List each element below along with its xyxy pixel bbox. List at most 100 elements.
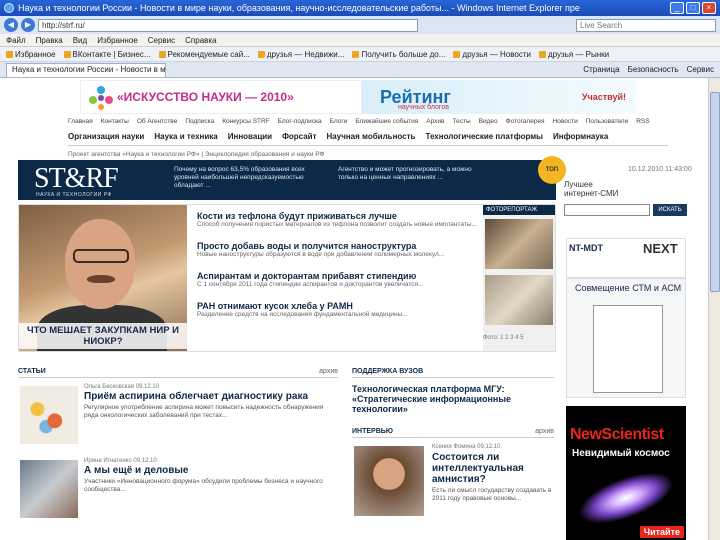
favorite-link[interactable]: Получить больше до... [352, 50, 445, 59]
topnav-item[interactable]: Подписка [185, 118, 214, 130]
photo-thumb[interactable] [485, 219, 553, 269]
page-icon [539, 50, 547, 58]
site-logo[interactable]: ST&RF [34, 163, 119, 195]
topnav-item[interactable]: Ближайшие события [355, 118, 418, 130]
search-input[interactable] [576, 18, 716, 32]
site-header: ST&RF НАУКА И ТЕХНОЛОГИИ РФ Почему на во… [18, 156, 566, 200]
main-nav: Организация науки Наука и техника Иннова… [68, 132, 668, 146]
participate-link[interactable]: Участвуй! [582, 92, 626, 102]
mainnav-item[interactable]: Инновации [228, 132, 272, 145]
maximize-button[interactable]: □ [686, 2, 700, 14]
menu-file[interactable]: Файл [6, 36, 26, 45]
topnav-item[interactable]: Контакты [101, 118, 129, 130]
topnav-item[interactable]: Новости [553, 118, 578, 130]
menu-favorites[interactable]: Избранное [97, 36, 138, 45]
photo-pager[interactable]: Фото: 1 2 3 4 5 [483, 335, 523, 341]
feature-item[interactable]: Аспирантам и докторантам прибавят стипен… [197, 271, 481, 297]
feature-item[interactable]: Просто добавь воды и получится нанострук… [197, 241, 481, 267]
topnav-item[interactable]: Фотогалерея [506, 118, 545, 130]
article-item[interactable]: Ольга Бесковская 09.12.10 Приём аспирина… [18, 384, 338, 450]
feature-item[interactable]: РАН отнимают кусок хлеба у РАМН Разделен… [197, 301, 481, 327]
mainnav-item[interactable]: Научная мобильность [327, 132, 416, 145]
newscientist-ad[interactable]: NewScientist Невидимый космос Читайте [566, 406, 686, 540]
favorites-bar: Избранное ВКонтакте | Бизнес... Рекоменд… [0, 47, 720, 62]
topnav-item[interactable]: Видео [479, 118, 498, 130]
topnav-item[interactable]: Об Агентстве [137, 118, 177, 130]
rating-banner[interactable]: Рейтинг научных блогов Участвуй! [362, 80, 636, 114]
interview-item[interactable]: Ксения Фомина 09.12.10 Состоится ли инте… [352, 444, 554, 524]
minimize-button[interactable]: _ [670, 2, 684, 14]
favorites-button[interactable]: Избранное [6, 50, 56, 59]
article-title[interactable]: Приём аспирина облегчает диагностику рак… [84, 391, 336, 402]
topnav-item[interactable]: Пользователи [586, 118, 628, 130]
site-search-input[interactable] [564, 204, 650, 216]
ntmdt-ad[interactable]: NT-MDT NEXT [566, 238, 686, 278]
menu-edit[interactable]: Правка [36, 36, 63, 45]
article-desc: Участники «Инновационного форума» обсуди… [84, 478, 323, 493]
topnav-item[interactable]: Блоги [330, 118, 348, 130]
breadcrumb[interactable]: Проект агентства «Наука и технологии РФ»… [68, 151, 668, 158]
feature-item[interactable]: Кости из тефлона будут приживаться лучше… [197, 211, 481, 237]
url-input[interactable] [38, 18, 418, 32]
next-logo: NEXT [643, 241, 678, 256]
tab-active[interactable]: Наука и технологии России - Новости в ми… [6, 62, 166, 77]
close-button[interactable]: × [702, 2, 716, 14]
favorite-link[interactable]: друзья — Недвижи... [257, 50, 344, 59]
interview-archive-link[interactable]: архив [535, 428, 554, 435]
topnav-item[interactable]: RSS [636, 118, 649, 130]
interviewee-photo[interactable] [354, 446, 424, 516]
people-image[interactable] [20, 460, 78, 518]
favorite-link[interactable]: Рекомендуемые сай... [158, 50, 250, 59]
header-teaser[interactable]: Агентство и может прогнозировать, а можн… [338, 166, 488, 196]
art-of-science-banner[interactable]: «ИСКУССТВО НАУКИ — 2010» [80, 80, 362, 114]
favorite-link[interactable]: друзья — Рынки [539, 50, 609, 59]
tool-page[interactable]: Страница [583, 65, 619, 74]
stm-ad-text: Совмещение СТМ и АСМ [575, 283, 682, 293]
top-banner[interactable]: «ИСКУССТВО НАУКИ — 2010» Рейтинг научных… [80, 80, 636, 114]
vertical-scrollbar[interactable] [708, 78, 720, 540]
search-button[interactable]: ИСКАТЬ [653, 204, 687, 216]
mainnav-item[interactable]: Наука и техника [154, 132, 217, 145]
favorite-link[interactable]: друзья — Новости [453, 50, 531, 59]
mainnav-item[interactable]: Организация науки [68, 132, 144, 145]
interview-title[interactable]: Состоится ли интеллектуальная амнистия? [432, 452, 552, 485]
photo-thumb[interactable] [485, 275, 553, 325]
support-title[interactable]: Технологическая платформа МГУ: «Стратеги… [352, 384, 554, 414]
topnav-item[interactable]: Конкурсы STRF [222, 118, 269, 130]
header-teaser[interactable]: Почему на вопрос 63,5% образования всех … [174, 166, 324, 196]
menu-tools[interactable]: Сервис [148, 36, 175, 45]
read-button[interactable]: Читайте [639, 526, 684, 538]
mainnav-item[interactable]: Форсайт [282, 132, 316, 145]
menu-help[interactable]: Справка [185, 36, 216, 45]
best-media-label: Лучшее интернет-СМИ [564, 180, 619, 198]
tool-safety[interactable]: Безопасность [628, 65, 679, 74]
feature-block: ЧТО МЕШАЕТ ЗАКУПКАМ НИР И НИОКР? Кости и… [18, 204, 556, 352]
back-arrow-icon[interactable]: ◀ [4, 18, 18, 32]
stm-ad[interactable]: Совмещение СТМ и АСМ [566, 278, 686, 398]
galaxy-image [572, 462, 680, 534]
menu-view[interactable]: Вид [73, 36, 87, 45]
interview-desc: Есть ли смысл государству создавать в 20… [432, 487, 552, 502]
article-meta: Ольга Бесковская 09.12.10 [84, 384, 160, 390]
topnav-item[interactable]: Тесты [453, 118, 471, 130]
article-desc: Регулярное употребление аспирина может п… [84, 404, 324, 419]
scroll-thumb[interactable] [710, 92, 720, 292]
article-title[interactable]: А мы ещё и деловые [84, 465, 336, 476]
feature-caption[interactable]: ЧТО МЕШАЕТ ЗАКУПКАМ НИР И НИОКР? [19, 323, 187, 349]
feature-photo[interactable]: ЧТО МЕШАЕТ ЗАКУПКАМ НИР И НИОКР? [19, 205, 187, 351]
photo-report-title: ФОТОРЕПОРТАЖ [483, 205, 555, 215]
article-item[interactable]: Ирина Игнатенко 09.12.10 А мы ещё и дело… [18, 458, 338, 524]
articles-section: СТАТЬИ архив Ольга Бесковская 09.12.10 П… [18, 368, 338, 532]
favorite-link[interactable]: ВКонтакте | Бизнес... [63, 50, 151, 59]
topnav-item[interactable]: Главная [68, 118, 93, 130]
rating-title: Рейтинг [380, 87, 451, 107]
topnav-item[interactable]: Блог-подписка [278, 118, 322, 130]
topnav-item[interactable]: Архив [426, 118, 444, 130]
mainnav-item[interactable]: Информнаука [553, 132, 608, 145]
forward-arrow-icon[interactable]: ▶ [21, 18, 35, 32]
mainnav-item[interactable]: Технологические платформы [425, 132, 543, 145]
articles-archive-link[interactable]: архив [319, 368, 338, 375]
award-badge-icon: ТОП [538, 156, 566, 184]
pills-image[interactable] [20, 386, 78, 444]
tool-service[interactable]: Сервис [687, 65, 714, 74]
